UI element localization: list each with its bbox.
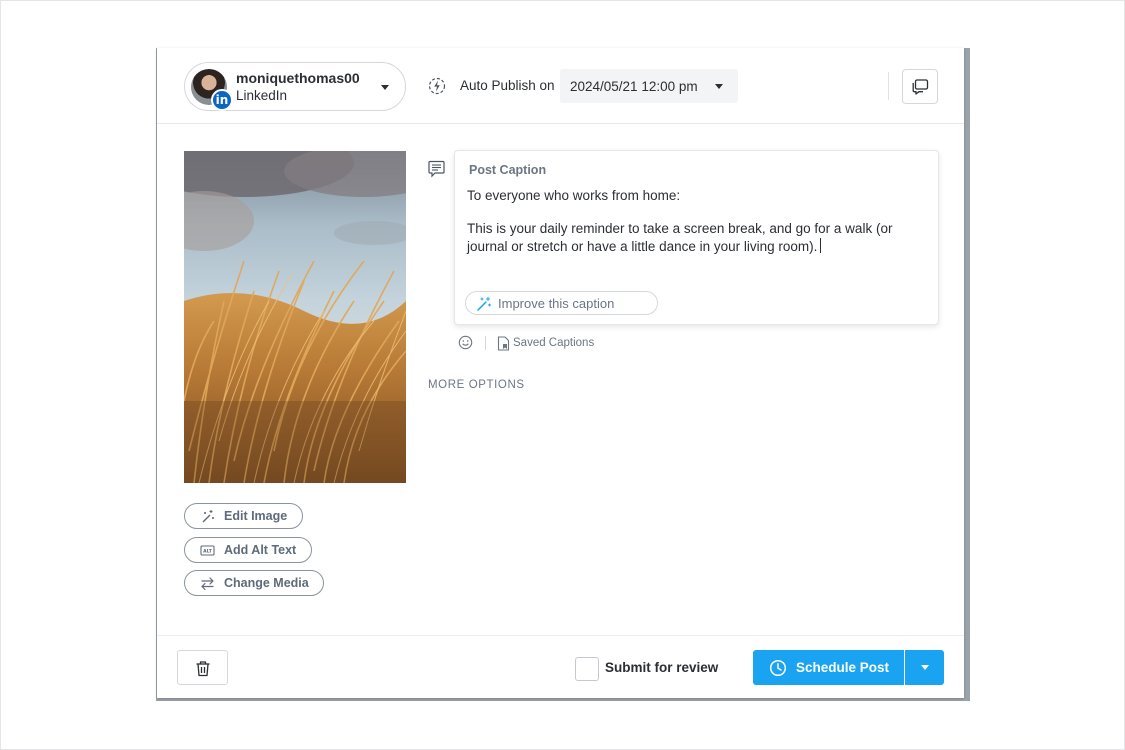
more-options-toggle[interactable]: MORE OPTIONS bbox=[428, 379, 525, 391]
post-editor-modal: in moniquethomas00 LinkedIn Auto Publish… bbox=[157, 48, 964, 698]
swap-icon bbox=[201, 577, 214, 591]
auto-publish-icon bbox=[428, 77, 446, 95]
post-caption-input[interactable]: To everyone who works from home: This is… bbox=[467, 188, 922, 255]
magic-wand-icon bbox=[202, 510, 214, 523]
post-caption-label: Post Caption bbox=[469, 163, 547, 177]
post-caption-text: To everyone who works from home: This is… bbox=[467, 188, 893, 254]
change-media-label: Change Media bbox=[224, 576, 309, 590]
chevron-down-icon bbox=[715, 84, 723, 89]
improve-caption-label: Improve this caption bbox=[498, 296, 615, 311]
schedule-post-label: Schedule Post bbox=[796, 660, 890, 675]
saved-captions-label: Saved Captions bbox=[513, 337, 595, 349]
caption-icon bbox=[428, 160, 445, 178]
comments-button[interactable] bbox=[902, 69, 938, 104]
saved-captions-icon bbox=[497, 336, 510, 351]
delete-button[interactable] bbox=[177, 650, 228, 685]
emoji-icon[interactable] bbox=[458, 335, 473, 350]
publish-date-select[interactable]: 2024/05/21 12:00 pm bbox=[560, 69, 738, 103]
schedule-post-button[interactable]: Schedule Post bbox=[753, 650, 904, 685]
edit-image-label: Edit Image bbox=[224, 509, 288, 523]
account-network: LinkedIn bbox=[236, 88, 288, 103]
alt-text-icon: ALT bbox=[200, 545, 215, 556]
account-selector[interactable]: in moniquethomas00 LinkedIn bbox=[184, 62, 406, 111]
change-media-button[interactable]: Change Media bbox=[184, 570, 324, 596]
auto-publish-label: Auto Publish on bbox=[460, 78, 555, 93]
add-alt-text-label: Add Alt Text bbox=[224, 543, 297, 557]
edit-image-button[interactable]: Edit Image bbox=[184, 503, 303, 529]
avatar: in bbox=[191, 69, 233, 111]
chevron-down-icon bbox=[921, 665, 929, 670]
comments-icon bbox=[912, 79, 929, 95]
toolbar-divider bbox=[485, 336, 486, 350]
svg-text:ALT: ALT bbox=[203, 549, 213, 555]
add-alt-text-button[interactable]: ALT Add Alt Text bbox=[184, 537, 312, 563]
text-cursor bbox=[820, 237, 822, 253]
clock-icon bbox=[769, 659, 787, 677]
chevron-down-icon bbox=[381, 85, 389, 90]
post-caption-editor[interactable]: Post Caption To everyone who works from … bbox=[454, 150, 939, 325]
publish-date-value: 2024/05/21 12:00 pm bbox=[570, 79, 698, 94]
submit-for-review-checkbox[interactable] bbox=[575, 657, 599, 681]
ai-wand-icon bbox=[477, 296, 492, 311]
header-divider bbox=[888, 72, 889, 100]
account-name: moniquethomas00 bbox=[236, 70, 360, 86]
submit-for-review-label[interactable]: Submit for review bbox=[605, 660, 718, 675]
improve-caption-button[interactable]: Improve this caption bbox=[465, 291, 658, 315]
linkedin-icon: in bbox=[211, 89, 233, 111]
editor-header: in moniquethomas00 LinkedIn Auto Publish… bbox=[157, 48, 964, 124]
schedule-options-button[interactable] bbox=[905, 650, 944, 685]
post-image bbox=[184, 151, 406, 483]
trash-icon bbox=[196, 661, 210, 677]
editor-footer: Submit for review Schedule Post bbox=[157, 635, 964, 698]
